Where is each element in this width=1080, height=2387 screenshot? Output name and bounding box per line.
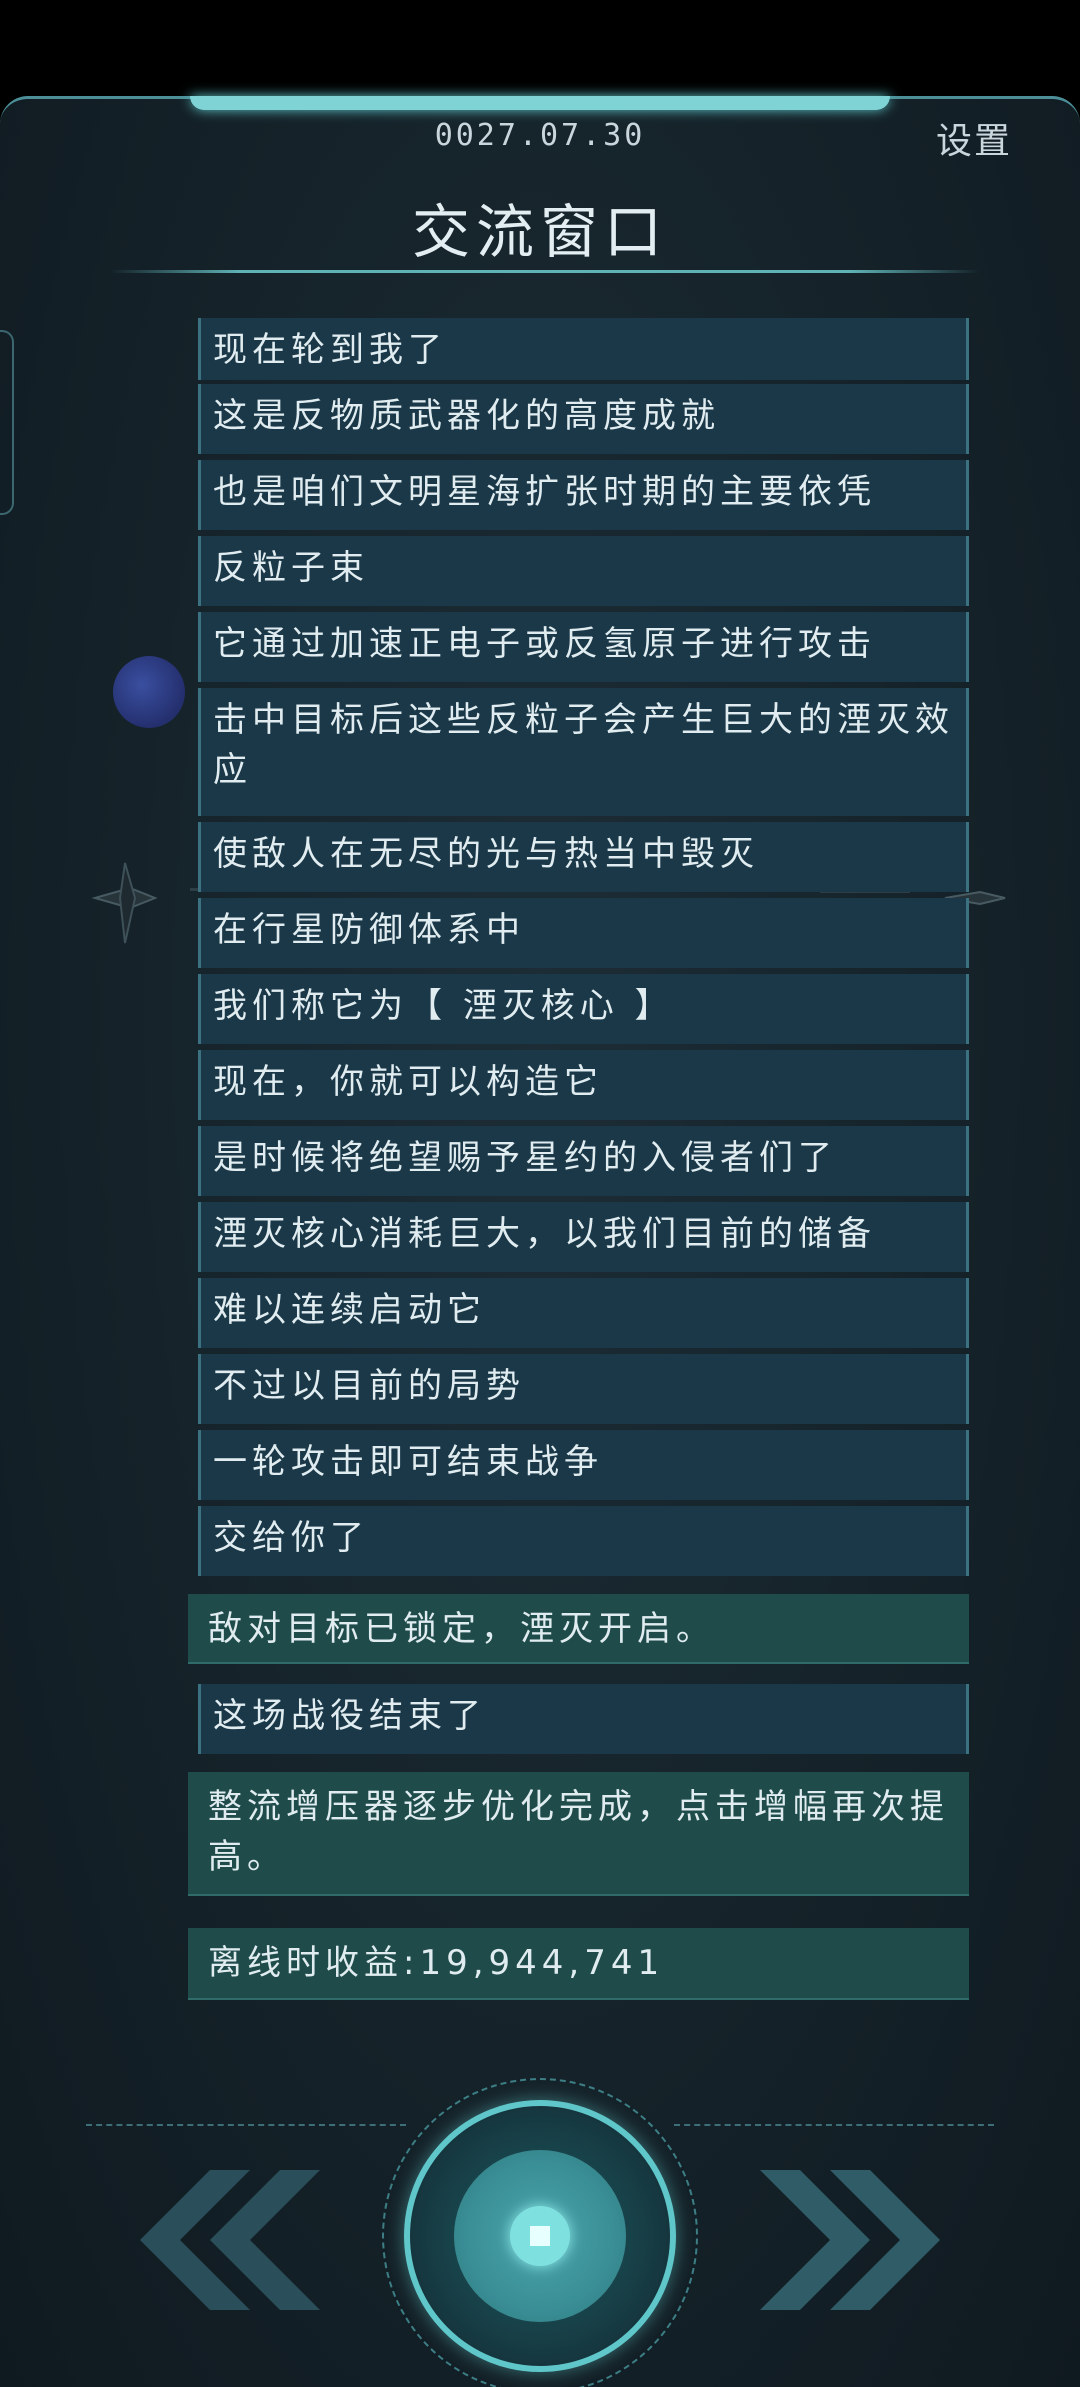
- message-row: 是时候将绝望赐予星约的入侵者们了: [198, 1126, 969, 1196]
- message-row: 这场战役结束了: [198, 1684, 969, 1754]
- message-row: 这是反物质武器化的高度成就: [198, 384, 969, 454]
- double-chevron-left-icon[interactable]: [100, 2160, 320, 2320]
- message-row: 我们称它为【 湮灭核心 】: [198, 974, 969, 1044]
- title-divider: [110, 270, 980, 273]
- message-row: 交给你了: [198, 1506, 969, 1576]
- control-divider-left: [86, 2124, 406, 2126]
- message-row: 现在，你就可以构造它: [198, 1050, 969, 1120]
- message-row: 一轮攻击即可结束战争: [198, 1430, 969, 1500]
- message-row: 也是咱们文明星海扩张时期的主要依凭: [198, 460, 969, 530]
- message-row: 它通过加速正电子或反氢原子进行攻击: [198, 612, 969, 682]
- system-message: 敌对目标已锁定，湮灭开启。: [188, 1594, 969, 1664]
- top-glow-bar: [190, 96, 890, 110]
- message-row: 难以连续启动它: [198, 1278, 969, 1348]
- system-message: 整流增压器逐步优化完成，点击增幅再次提高。: [188, 1772, 969, 1896]
- side-drawer-handle[interactable]: [0, 330, 14, 515]
- message-row: 反粒子束: [198, 536, 969, 606]
- settings-button[interactable]: 设置: [936, 112, 1012, 164]
- page-title: 交流窗口: [411, 198, 668, 266]
- spaceship-left-decoration: [91, 862, 158, 944]
- message-row: 使敌人在无尽的光与热当中毁灭: [198, 822, 969, 892]
- message-row: 湮灭核心消耗巨大，以我们目前的储备: [198, 1202, 969, 1272]
- game-date: 0027.07.30: [434, 118, 646, 153]
- message-row: 现在轮到我了: [198, 318, 969, 380]
- core-button-center-mark: [530, 2226, 550, 2246]
- message-row: 在行星防御体系中: [198, 898, 969, 968]
- control-divider-right: [674, 2124, 994, 2126]
- message-row: 击中目标后这些反粒子会产生巨大的湮灭效应: [198, 688, 969, 816]
- message-row: 不过以目前的局势: [198, 1354, 969, 1424]
- double-chevron-right-icon[interactable]: [760, 2160, 980, 2320]
- status-bar: [0, 0, 1080, 96]
- offline-earnings-message: 离线时收益:19,944,741: [188, 1928, 969, 2000]
- planet-decoration: [113, 656, 185, 728]
